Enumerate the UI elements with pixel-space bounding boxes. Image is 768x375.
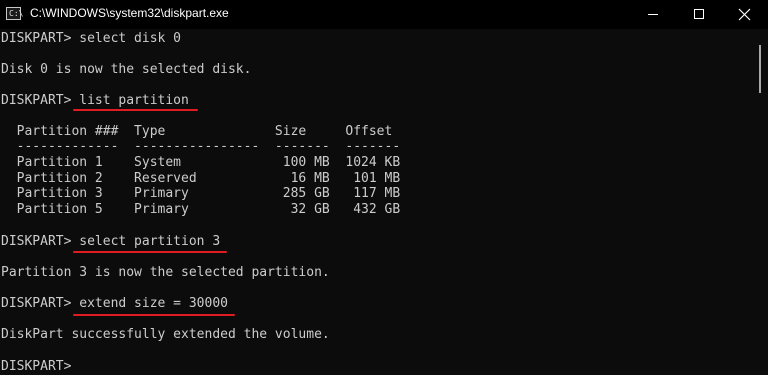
- close-icon: [738, 8, 751, 21]
- console-line: Partition 3 is now the selected partitio…: [1, 265, 330, 280]
- vertical-scrollbar[interactable]: [752, 29, 768, 375]
- close-button[interactable]: [722, 0, 768, 29]
- window-title: C:\WINDOWS\system32\diskpart.exe: [30, 6, 229, 20]
- table-row: Partition 2 Reserved 16 MB 101 MB: [1, 171, 401, 186]
- console-line: DiskPart successfully extended the volum…: [1, 327, 330, 342]
- table-separator-row: ------------- ---------------- ------- -…: [1, 139, 401, 154]
- minimize-button[interactable]: [630, 0, 676, 29]
- console-line: DISKPART> extend size = 30000: [1, 296, 228, 311]
- table-header-row: Partition ### Type Size Offset: [1, 124, 393, 139]
- maximize-icon: [694, 9, 704, 19]
- console-icon: C:\: [6, 7, 23, 20]
- minimize-icon: [648, 14, 658, 15]
- console-line: DISKPART> select partition 3: [1, 234, 221, 249]
- diskpart-window: C:\ C:\WINDOWS\system32\diskpart.exe DIS…: [0, 0, 768, 375]
- command-prompt: DISKPART>: [1, 359, 72, 374]
- table-row: Partition 5 Primary 32 GB 432 GB: [1, 202, 401, 217]
- table-row: Partition 1 System 100 MB 1024 KB: [1, 155, 401, 170]
- scrollbar-thumb[interactable]: [759, 45, 761, 93]
- table-row: Partition 3 Primary 285 GB 117 MB: [1, 186, 401, 201]
- console-line: Disk 0 is now the selected disk.: [1, 62, 252, 77]
- title-bar[interactable]: C:\ C:\WINDOWS\system32\diskpart.exe: [0, 0, 768, 29]
- command-highlight-underline: [73, 251, 227, 253]
- console-line: DISKPART> select disk 0: [1, 31, 182, 46]
- command-highlight-underline: [73, 109, 198, 111]
- command-highlight-underline: [73, 314, 235, 316]
- maximize-button[interactable]: [676, 0, 722, 29]
- console-line: DISKPART> list partition: [1, 93, 189, 108]
- console-output[interactable]: DISKPART> select disk 0 Disk 0 is now th…: [0, 29, 752, 375]
